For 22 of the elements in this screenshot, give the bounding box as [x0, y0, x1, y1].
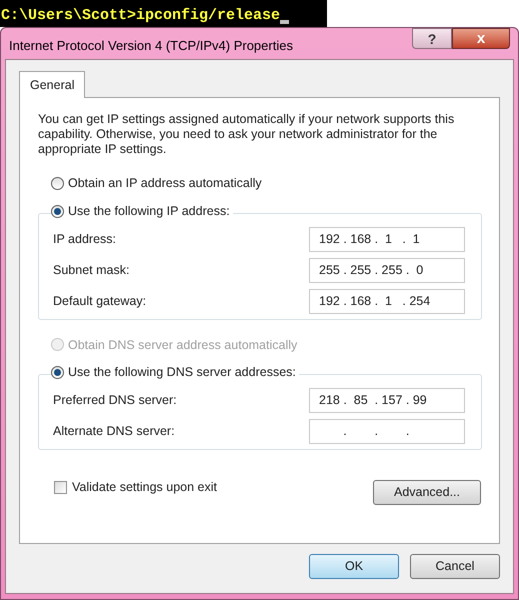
dialog-button[interactable]: OK [309, 554, 399, 579]
window-title: Internet Protocol Version 4 (TCP/IPv4) Properties [9, 37, 293, 55]
validate-checkbox[interactable]: Validate settings upon exit [54, 478, 218, 497]
radio-option[interactable]: Use the following DNS server addresses: [51, 363, 299, 382]
ip-address-field[interactable]: 192 . 168 . 1 . 1 [309, 226, 465, 252]
radio-option[interactable]: Obtain an IP address automatically [51, 174, 265, 193]
dialog-button[interactable]: Cancel [410, 554, 500, 579]
field-label: Subnet mask: [53, 262, 130, 279]
ip-address-field[interactable]: . . . [309, 419, 465, 444]
help-button[interactable]: ? [412, 28, 452, 49]
advanced-button[interactable]: Advanced... [373, 480, 481, 505]
command-prompt-text: C:\Users\Scott>ipconfig/release [1, 7, 280, 25]
tab[interactable]: General [19, 71, 86, 98]
text-cursor-icon [280, 20, 290, 24]
field-label: Preferred DNS server: [53, 392, 177, 410]
ip-address-field[interactable]: 218 . 85 . 157 . 99 [309, 388, 465, 413]
ip-address-field[interactable]: 192 . 168 . 1 . 254 [309, 288, 465, 314]
field-label: IP address: [53, 230, 116, 248]
ip-address-field[interactable]: 255 . 255 . 255 . 0 [309, 258, 465, 282]
field-label: Default gateway: [53, 292, 146, 310]
field-label: Alternate DNS server: [53, 423, 175, 440]
description-text: You can get IP settings assigned automatically if your network supports this capability. Otherwise, you need to ask your network administrator for the appropriate IP settings. [38, 112, 456, 157]
